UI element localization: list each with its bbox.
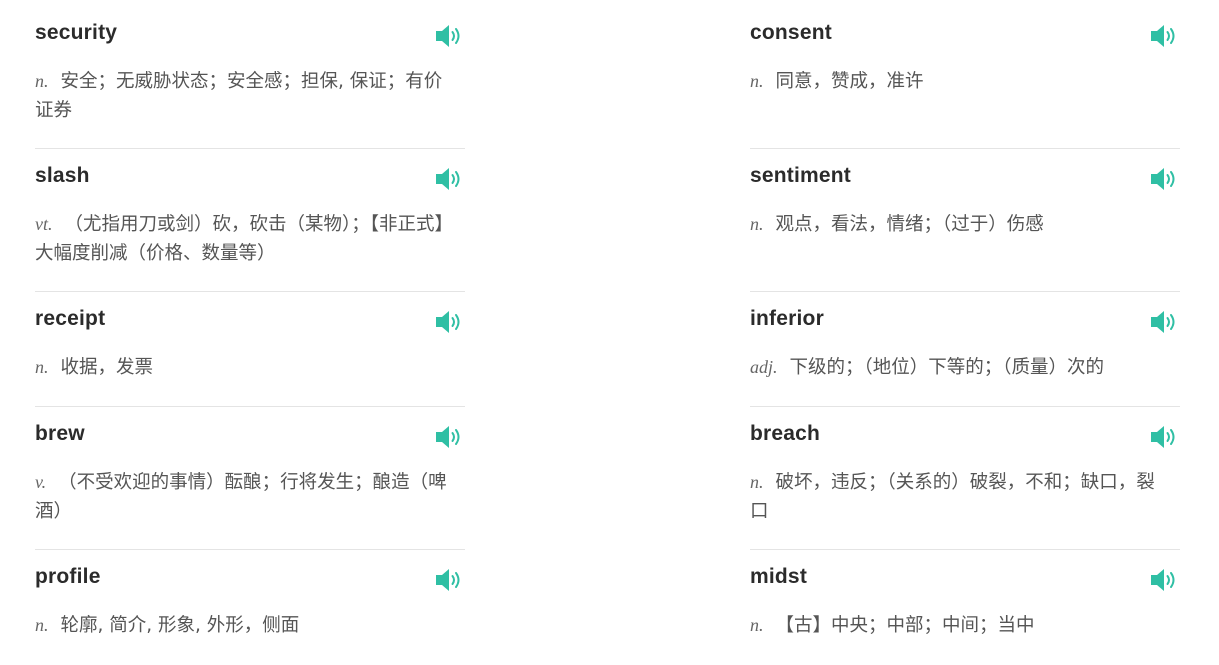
- word-title[interactable]: sentiment: [750, 164, 851, 188]
- part-of-speech: n.: [750, 71, 764, 91]
- speaker-icon[interactable]: [435, 24, 463, 48]
- meaning: 安全；无威胁状态；安全感；担保, 保证；有价证券: [35, 71, 443, 121]
- meaning: 观点，看法，情绪；（过于）伤感: [775, 214, 1044, 235]
- word-card: receipt n. 收据，发票: [35, 292, 465, 407]
- speaker-icon[interactable]: [435, 167, 463, 191]
- meaning: 下级的；（地位）下等的；（质量）次的: [789, 357, 1105, 378]
- speaker-icon[interactable]: [1150, 167, 1178, 191]
- word-title[interactable]: inferior: [750, 307, 824, 331]
- meaning: （不受欢迎的事情）酝酿；行将发生；酿造（啤酒）: [35, 472, 447, 522]
- word-title[interactable]: security: [35, 21, 117, 45]
- part-of-speech: n.: [35, 71, 49, 91]
- word-card: brew v. （不受欢迎的事情）酝酿；行将发生；酿造（啤酒）: [35, 407, 465, 550]
- part-of-speech: n.: [750, 615, 764, 635]
- speaker-icon[interactable]: [435, 425, 463, 449]
- word-title[interactable]: brew: [35, 422, 85, 446]
- meaning: 收据，发票: [60, 357, 154, 378]
- word-title[interactable]: consent: [750, 21, 832, 45]
- part-of-speech: adj.: [750, 357, 778, 377]
- definition: n. 安全；无威胁状态；安全感；担保, 保证；有价证券: [35, 67, 455, 125]
- part-of-speech: n.: [750, 214, 764, 234]
- part-of-speech: vt.: [35, 214, 53, 234]
- speaker-icon[interactable]: [1150, 568, 1178, 592]
- definition: n. 【古】中央；中部；中间；当中: [750, 611, 1170, 640]
- speaker-icon[interactable]: [435, 310, 463, 334]
- word-card: inferior adj. 下级的；（地位）下等的；（质量）次的: [750, 292, 1180, 407]
- word-title[interactable]: midst: [750, 565, 807, 589]
- part-of-speech: n.: [35, 357, 49, 377]
- speaker-icon[interactable]: [1150, 425, 1178, 449]
- definition: adj. 下级的；（地位）下等的；（质量）次的: [750, 353, 1170, 382]
- word-title[interactable]: breach: [750, 422, 820, 446]
- meaning: 同意，赞成，准许: [775, 71, 924, 92]
- definition: n. 轮廓, 简介, 形象, 外形，侧面: [35, 611, 455, 640]
- definition: n. 观点，看法，情绪；（过于）伤感: [750, 210, 1170, 239]
- definition: v. （不受欢迎的事情）酝酿；行将发生；酿造（啤酒）: [35, 468, 455, 526]
- meaning: 轮廓, 简介, 形象, 外形，侧面: [60, 615, 300, 636]
- part-of-speech: n.: [750, 472, 764, 492]
- meaning: 破坏，违反；（关系的）破裂，不和；缺口，裂口: [750, 472, 1155, 522]
- speaker-icon[interactable]: [1150, 24, 1178, 48]
- word-title[interactable]: slash: [35, 164, 90, 188]
- word-list-right: consent n. 同意，赞成，准许 sentiment n. 观点，看法，情绪；…: [750, 6, 1180, 665]
- definition: n. 收据，发票: [35, 353, 455, 382]
- word-card: security n. 安全；无威胁状态；安全感；担保, 保证；有价证券: [35, 6, 465, 149]
- word-title[interactable]: profile: [35, 565, 101, 589]
- definition: n. 破坏，违反；（关系的）破裂，不和；缺口，裂口: [750, 468, 1170, 526]
- word-card: breach n. 破坏，违反；（关系的）破裂，不和；缺口，裂口: [750, 407, 1180, 550]
- part-of-speech: n.: [35, 615, 49, 635]
- word-list-left: security n. 安全；无威胁状态；安全感；担保, 保证；有价证券 slas…: [35, 6, 465, 665]
- word-card: sentiment n. 观点，看法，情绪；（过于）伤感: [750, 149, 1180, 292]
- part-of-speech: v.: [35, 472, 47, 492]
- word-card: profile n. 轮廓, 简介, 形象, 外形，侧面: [35, 550, 465, 665]
- meaning: 【古】中央；中部；中间；当中: [775, 615, 1035, 636]
- word-card: slash vt. （尤指用刀或剑）砍，砍击（某物）；【非正式】大幅度削减（价格、…: [35, 149, 465, 292]
- word-card: midst n. 【古】中央；中部；中间；当中: [750, 550, 1180, 665]
- speaker-icon[interactable]: [1150, 310, 1178, 334]
- definition: n. 同意，赞成，准许: [750, 67, 1170, 96]
- definition: vt. （尤指用刀或剑）砍，砍击（某物）；【非正式】大幅度削减（价格、数量等）: [35, 210, 455, 268]
- word-card: consent n. 同意，赞成，准许: [750, 6, 1180, 149]
- meaning: （尤指用刀或剑）砍，砍击（某物）；【非正式】大幅度削减（价格、数量等）: [35, 214, 454, 264]
- speaker-icon[interactable]: [435, 568, 463, 592]
- word-title[interactable]: receipt: [35, 307, 105, 331]
